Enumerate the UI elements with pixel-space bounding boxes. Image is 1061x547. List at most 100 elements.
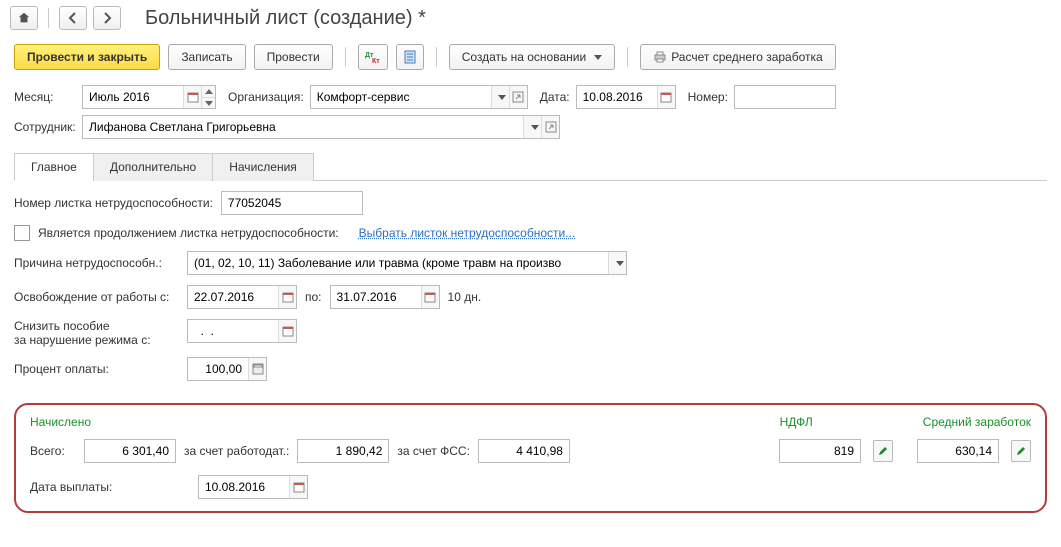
calendar-icon[interactable]: [183, 86, 201, 108]
home-icon: [17, 11, 31, 25]
avg-edit-button[interactable]: [1011, 440, 1031, 462]
month-spinner[interactable]: [201, 86, 215, 108]
tab-extra[interactable]: Дополнительно: [93, 153, 213, 181]
avg-field: [917, 439, 999, 463]
spin-down-icon[interactable]: [202, 97, 215, 108]
create-based-on-button[interactable]: Создать на основании: [449, 44, 616, 70]
percent-input[interactable]: [188, 358, 248, 380]
reduce-label-2: за нарушение режима с:: [14, 333, 179, 347]
report-button[interactable]: [396, 44, 424, 70]
avg-earnings-button[interactable]: Расчет среднего заработка: [640, 44, 836, 70]
calculation-panel: Начислено НДФЛ Средний заработок Всего: …: [14, 403, 1047, 513]
month-label: Месяц:: [14, 90, 76, 104]
open-icon: [545, 121, 557, 133]
reduce-date-field[interactable]: [187, 319, 297, 343]
chevron-down-icon: [616, 261, 624, 266]
absence-from-field[interactable]: [187, 285, 297, 309]
calendar-icon[interactable]: [657, 86, 675, 108]
forward-button[interactable]: [93, 6, 121, 30]
tabs: Главное Дополнительно Начисления: [14, 152, 1047, 181]
arrow-left-icon: [67, 12, 79, 24]
avg-header: Средний заработок: [923, 415, 1031, 429]
tab-accruals[interactable]: Начисления: [212, 153, 314, 181]
date-label: Дата:: [540, 90, 570, 104]
post-button[interactable]: Провести: [254, 44, 333, 70]
absence-from-label: Освобождение от работы с:: [14, 290, 179, 304]
avg-earnings-label: Расчет среднего заработка: [671, 50, 823, 64]
open-button[interactable]: [509, 86, 527, 108]
calendar-icon[interactable]: [278, 320, 296, 342]
pencil-icon: [877, 445, 889, 457]
ndfl-edit-button[interactable]: [873, 440, 893, 462]
number-label: Номер:: [688, 90, 728, 104]
fss-field: [478, 439, 570, 463]
chevron-down-icon: [594, 55, 602, 60]
sheet-no-field[interactable]: [221, 191, 363, 215]
employee-input[interactable]: [83, 116, 523, 138]
create-based-on-label: Создать на основании: [462, 50, 587, 64]
avg-value: [918, 440, 998, 462]
separator: [436, 47, 437, 67]
absence-to-input[interactable]: [331, 286, 421, 308]
paydate-input[interactable]: [199, 476, 289, 498]
svg-text:Кт: Кт: [372, 58, 380, 64]
date-field[interactable]: [576, 85, 676, 109]
employee-label: Сотрудник:: [14, 120, 76, 134]
date-input[interactable]: [577, 86, 657, 108]
employer-label: за счет работодат.:: [184, 444, 289, 458]
printer-icon: [653, 50, 667, 64]
back-button[interactable]: [59, 6, 87, 30]
spin-up-icon[interactable]: [202, 86, 215, 97]
absence-to-label: по:: [305, 290, 322, 304]
month-field[interactable]: [82, 85, 216, 109]
ndfl-value: [780, 440, 860, 462]
number-input[interactable]: [735, 86, 835, 108]
dt-kt-button[interactable]: Дт Кт: [358, 44, 388, 70]
org-field[interactable]: [310, 85, 528, 109]
reason-field[interactable]: [187, 251, 627, 275]
org-label: Организация:: [228, 90, 304, 104]
chevron-down-icon: [498, 95, 506, 100]
percent-label: Процент оплаты:: [14, 362, 179, 376]
separator: [345, 47, 346, 67]
org-input[interactable]: [311, 86, 491, 108]
ndfl-header: НДФЛ: [780, 415, 813, 429]
reduce-label-1: Снизить пособие: [14, 319, 179, 333]
choose-sheet-link[interactable]: Выбрать листок нетрудоспособности...: [359, 226, 576, 240]
month-input[interactable]: [83, 86, 183, 108]
reason-input[interactable]: [188, 252, 608, 274]
sheet-no-input[interactable]: [222, 192, 362, 214]
absence-from-input[interactable]: [188, 286, 278, 308]
separator: [627, 47, 628, 67]
calendar-icon[interactable]: [421, 286, 439, 308]
open-button[interactable]: [541, 116, 559, 138]
number-field[interactable]: [734, 85, 836, 109]
employee-field[interactable]: [82, 115, 560, 139]
reason-label: Причина нетрудоспособн.:: [14, 256, 179, 270]
dropdown-button[interactable]: [608, 252, 626, 274]
fss-value: [479, 440, 569, 462]
save-button[interactable]: Записать: [168, 44, 245, 70]
percent-field[interactable]: [187, 357, 267, 381]
open-icon: [512, 91, 524, 103]
calendar-icon[interactable]: [278, 286, 296, 308]
absence-to-field[interactable]: [330, 285, 440, 309]
employer-value: [298, 440, 388, 462]
ndfl-field: [779, 439, 861, 463]
dropdown-button[interactable]: [491, 86, 509, 108]
sheet-no-label: Номер листка нетрудоспособности:: [14, 196, 213, 210]
calculator-icon[interactable]: [248, 358, 266, 380]
paydate-field[interactable]: [198, 475, 308, 499]
continuation-checkbox[interactable]: [14, 225, 30, 241]
separator: [48, 8, 49, 28]
fss-label: за счет ФСС:: [397, 444, 470, 458]
post-and-close-button[interactable]: Провести и закрыть: [14, 44, 160, 70]
page-title: Больничный лист (создание) *: [145, 7, 426, 30]
reduce-date-input[interactable]: [188, 320, 278, 342]
tab-main[interactable]: Главное: [14, 153, 94, 181]
dropdown-button[interactable]: [523, 116, 541, 138]
arrow-right-icon: [101, 12, 113, 24]
total-value: [85, 440, 175, 462]
calendar-icon[interactable]: [289, 476, 307, 498]
home-button[interactable]: [10, 6, 38, 30]
